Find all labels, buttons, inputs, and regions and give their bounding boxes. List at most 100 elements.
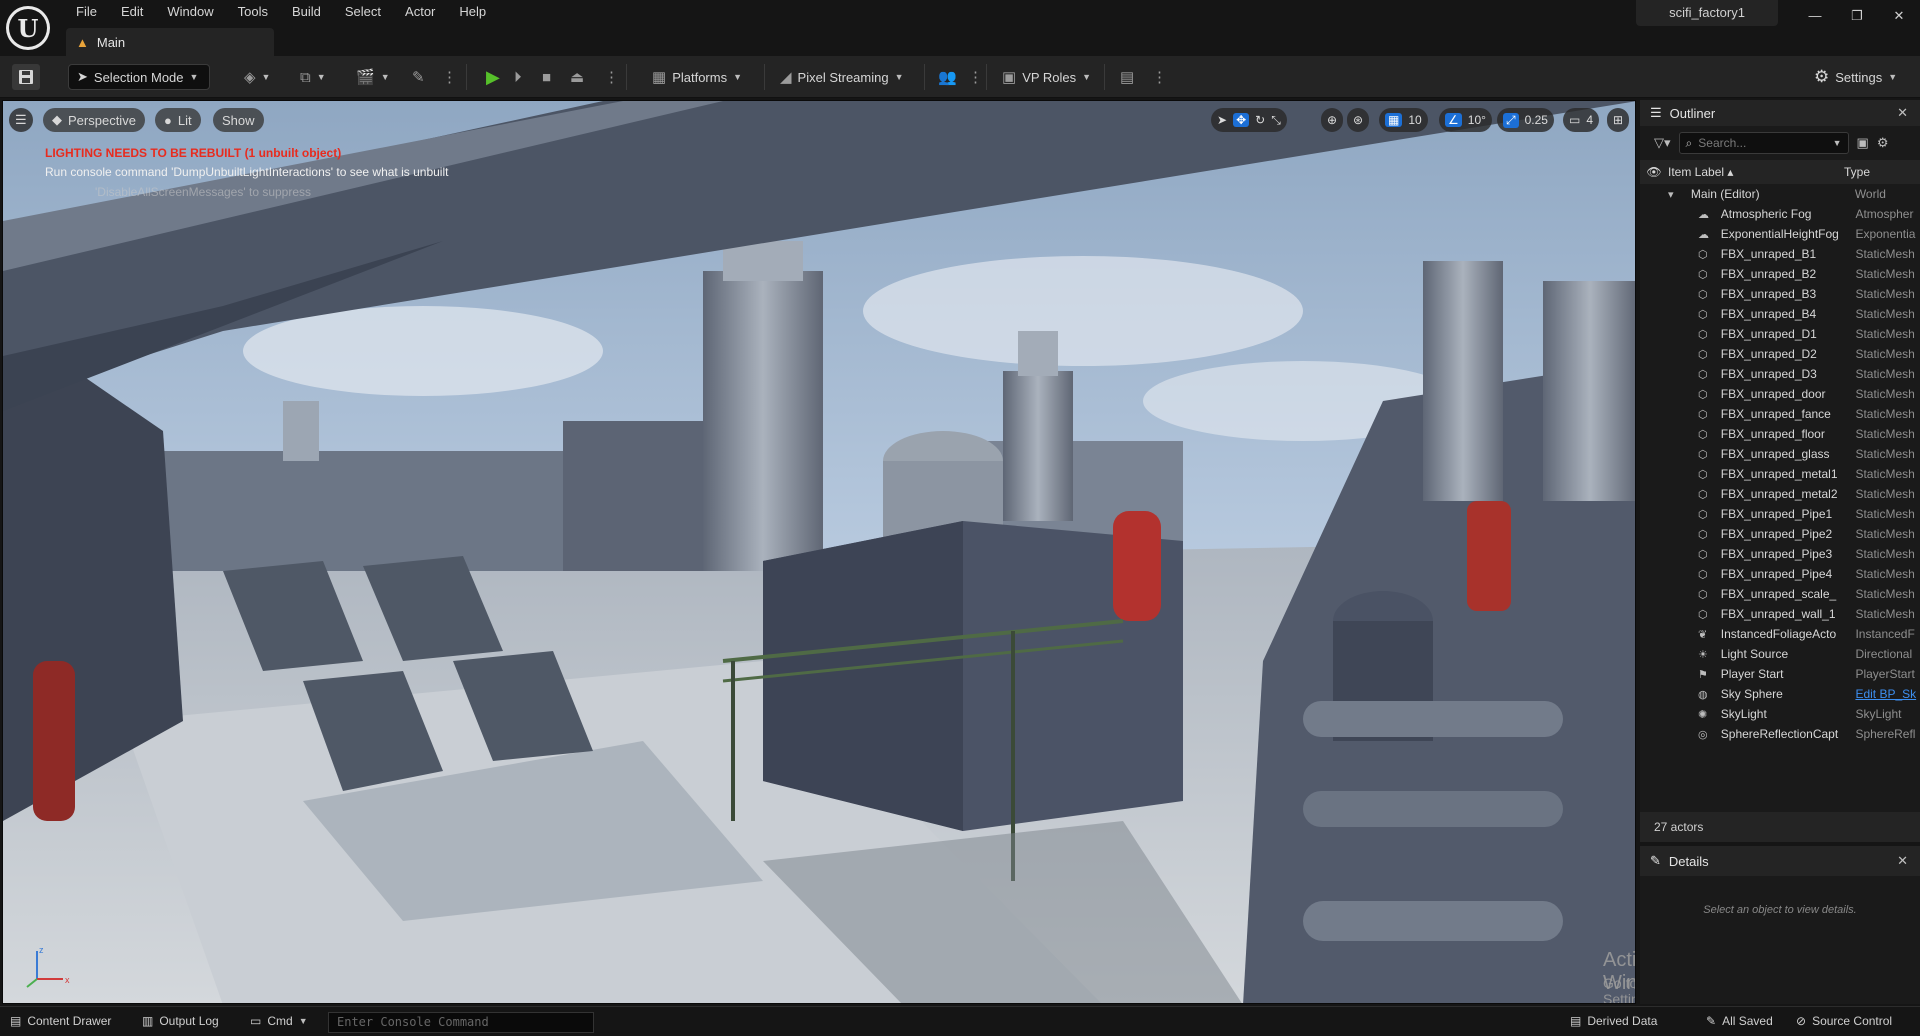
outliner-row[interactable]: ⬡ FBX_unraped_Pipe4 StaticMesh: [1640, 564, 1920, 584]
viewport-options-button[interactable]: ☰: [9, 108, 33, 132]
minimize-button[interactable]: —: [1796, 4, 1834, 28]
more-options-icon[interactable]: ⋮: [968, 64, 983, 90]
modeling-button[interactable]: ✎: [412, 64, 425, 90]
gear-icon[interactable]: ⚙: [1877, 135, 1889, 151]
outliner-row[interactable]: ☀ Light Source Directional: [1640, 644, 1920, 664]
world-local-toggle[interactable]: ⊕: [1321, 108, 1344, 132]
close-window-button[interactable]: ✕: [1880, 4, 1918, 28]
outliner-row[interactable]: ⚑ Player Start PlayerStart: [1640, 664, 1920, 684]
filter-icon[interactable]: ▽▾: [1654, 135, 1671, 151]
outliner-row[interactable]: ⬡ FBX_unraped_wall_1 StaticMesh: [1640, 604, 1920, 624]
outliner-item-type: StaticMesh: [1855, 327, 1915, 341]
layer-toggle-button[interactable]: ▤: [1120, 64, 1134, 90]
column-item-label[interactable]: Item Label ▴: [1668, 165, 1844, 179]
lit-label: Lit: [177, 112, 192, 128]
stop-button[interactable]: ■: [542, 64, 551, 90]
outliner-row[interactable]: ⬡ FBX_unraped_scale_ StaticMesh: [1640, 584, 1920, 604]
surface-snapping-toggle[interactable]: ⊛: [1347, 108, 1370, 132]
cinematics-button[interactable]: 🎬 ▼: [356, 64, 390, 90]
level-viewport[interactable]: ☰ ◆ Perspective ● Lit Show ➤ ✥ ↻ ⤡ ⊕ ⊛ ▦…: [2, 100, 1636, 1004]
menu-actor[interactable]: Actor: [393, 3, 447, 21]
tab-main[interactable]: ▲ Main: [66, 28, 274, 56]
outliner-row[interactable]: ⬡ FBX_unraped_Pipe2 StaticMesh: [1640, 524, 1920, 544]
camera-speed-control[interactable]: ▭ 4: [1563, 108, 1600, 132]
eject-button[interactable]: ⏏: [570, 64, 584, 90]
menu-window[interactable]: Window: [155, 3, 225, 21]
outliner-row[interactable]: ⬡ FBX_unraped_fance StaticMesh: [1640, 404, 1920, 424]
save-button[interactable]: [12, 64, 40, 90]
play-button[interactable]: ▶: [486, 64, 500, 90]
rotation-snap-control[interactable]: ∠ 10°: [1439, 108, 1492, 132]
menu-help[interactable]: Help: [447, 3, 498, 21]
mesh-icon: ⬡: [1698, 309, 1708, 321]
more-options-icon[interactable]: ⋮: [1152, 64, 1167, 90]
outliner-row[interactable]: ⬡ FBX_unraped_D1 StaticMesh: [1640, 324, 1920, 344]
add-content-button[interactable]: ◈ ▼: [244, 64, 270, 90]
vp-roles-dropdown[interactable]: ▣ VP Roles ▼: [1002, 64, 1091, 90]
outliner-search-input[interactable]: ⌕ Search... ▼: [1678, 132, 1849, 154]
content-drawer-button[interactable]: ▤ Content Drawer: [10, 1014, 111, 1028]
scale-tool-icon[interactable]: ⤡: [1271, 113, 1281, 128]
derived-data-button[interactable]: ▤ Derived Data: [1570, 1014, 1657, 1028]
menu-select[interactable]: Select: [333, 3, 393, 21]
close-icon[interactable]: ✕: [1897, 105, 1908, 121]
cmd-dropdown[interactable]: ▭ Cmd ▼: [250, 1014, 308, 1028]
outliner-row[interactable]: ☁ Atmospheric Fog Atmospher: [1640, 204, 1920, 224]
column-type[interactable]: Type: [1844, 165, 1870, 179]
blueprints-button[interactable]: ⧉ ▼: [300, 64, 326, 90]
menu-build[interactable]: Build: [280, 3, 333, 21]
more-options-icon[interactable]: ⋮: [442, 64, 457, 90]
selection-mode-dropdown[interactable]: ➤ Selection Mode ▼: [68, 64, 210, 90]
pixel-streaming-dropdown[interactable]: ◢ Pixel Streaming ▼: [780, 64, 904, 90]
viewport-layout-button[interactable]: ⊞: [1607, 108, 1630, 132]
source-control-button[interactable]: ⊘ Source Control: [1796, 1014, 1892, 1028]
outliner-row[interactable]: ⬡ FBX_unraped_floor StaticMesh: [1640, 424, 1920, 444]
outliner-row[interactable]: ⬡ FBX_unraped_D2 StaticMesh: [1640, 344, 1920, 364]
outliner-row[interactable]: ✺ SkyLight SkyLight: [1640, 704, 1920, 724]
outliner-row[interactable]: ⬡ FBX_unraped_door StaticMesh: [1640, 384, 1920, 404]
rotate-tool-icon[interactable]: ↻: [1255, 113, 1265, 127]
edit-blueprint-link[interactable]: Edit BP_Sk: [1855, 687, 1920, 701]
step-button[interactable]: ⏵: [514, 64, 522, 90]
play-options-icon[interactable]: ⋮: [604, 64, 619, 90]
outliner-row[interactable]: ☁ ExponentialHeightFog Exponentia: [1640, 224, 1920, 244]
outliner-row[interactable]: ◍ Sky Sphere Edit BP_Sk: [1640, 684, 1920, 704]
show-button[interactable]: Show: [213, 108, 264, 132]
outliner-row[interactable]: ⬡ FBX_unraped_B2 StaticMesh: [1640, 264, 1920, 284]
multi-user-button[interactable]: 👥: [938, 64, 957, 90]
outliner-row[interactable]: ⬡ FBX_unraped_D3 StaticMesh: [1640, 364, 1920, 384]
platforms-dropdown[interactable]: ▦ Platforms ▼: [652, 64, 742, 90]
outliner-row[interactable]: ⬡ FBX_unraped_metal1 StaticMesh: [1640, 464, 1920, 484]
menu-tools[interactable]: Tools: [226, 3, 280, 21]
outliner-row[interactable]: ❦ InstancedFoliageActo InstancedF: [1640, 624, 1920, 644]
select-tool-icon[interactable]: ➤: [1217, 113, 1227, 127]
grid-snap-control[interactable]: ▦ 10: [1379, 108, 1428, 132]
add-folder-icon[interactable]: ▣: [1857, 135, 1869, 151]
outliner-row[interactable]: ⬡ FBX_unraped_glass StaticMesh: [1640, 444, 1920, 464]
scale-snap-control[interactable]: ⤢ 0.25: [1497, 108, 1554, 132]
outliner-row[interactable]: ⬡ FBX_unraped_metal2 StaticMesh: [1640, 484, 1920, 504]
outliner-row[interactable]: ⬡ FBX_unraped_Pipe3 StaticMesh: [1640, 544, 1920, 564]
console-command-input[interactable]: Enter Console Command: [328, 1012, 594, 1033]
outliner-row[interactable]: ⬡ FBX_unraped_B3 StaticMesh: [1640, 284, 1920, 304]
move-tool-icon[interactable]: ✥: [1233, 113, 1250, 127]
outliner-item-label: FBX_unraped_B3: [1720, 287, 1817, 301]
outliner-row[interactable]: ⬡ FBX_unraped_B1 StaticMesh: [1640, 244, 1920, 264]
menu-edit[interactable]: Edit: [109, 3, 155, 21]
outliner-row[interactable]: ⬡ FBX_unraped_B4 StaticMesh: [1640, 304, 1920, 324]
menu-file[interactable]: File: [64, 3, 109, 21]
outliner-item-label: FBX_unraped_Pipe3: [1720, 547, 1833, 561]
outliner-row[interactable]: ⬡ FBX_unraped_Pipe1 StaticMesh: [1640, 504, 1920, 524]
restore-button[interactable]: ❐: [1838, 4, 1876, 28]
outliner-row[interactable]: ◎ SphereReflectionCapt SphereRefl: [1640, 724, 1920, 744]
all-saved-button[interactable]: ✎ All Saved: [1706, 1014, 1773, 1028]
settings-dropdown[interactable]: ⚙ Settings ▼: [1814, 64, 1897, 90]
output-log-button[interactable]: ▥ Output Log: [142, 1014, 219, 1028]
visibility-eye-icon[interactable]: 👁: [1640, 165, 1668, 179]
scene-render[interactable]: [3, 101, 1636, 1004]
unreal-logo-icon[interactable]: U: [6, 6, 50, 50]
close-icon[interactable]: ✕: [1897, 853, 1908, 869]
view-mode-button[interactable]: ● Lit: [155, 108, 201, 132]
outliner-row[interactable]: ▾ Main (Editor) World: [1640, 184, 1920, 204]
perspective-button[interactable]: ◆ Perspective: [43, 108, 145, 132]
